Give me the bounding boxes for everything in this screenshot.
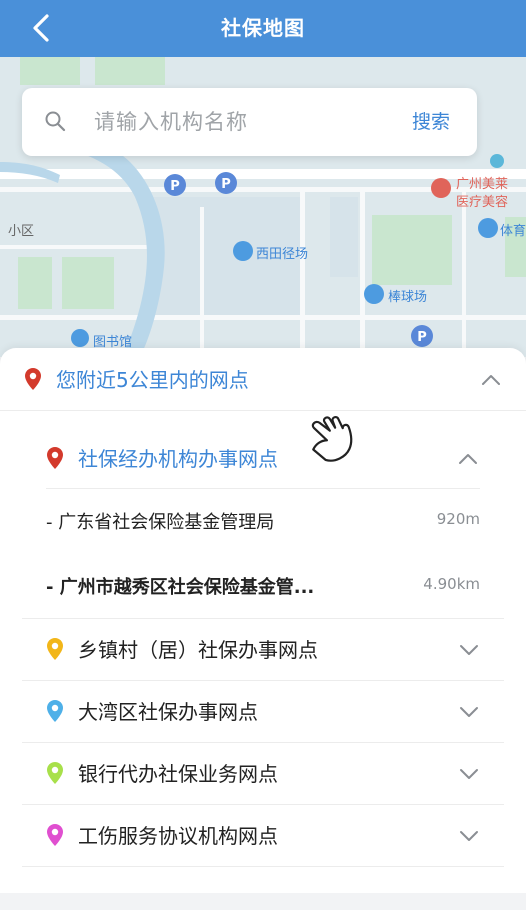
group-header-bank[interactable]: 银行代办社保业务网点 xyxy=(0,743,526,804)
outlet-distance: 920m xyxy=(436,510,480,528)
location-pin-icon xyxy=(47,762,63,784)
chevron-up-icon[interactable] xyxy=(457,452,479,466)
group-header-work-injury[interactable]: 工伤服务协议机构网点 xyxy=(0,805,526,866)
parking-icon: P xyxy=(411,325,433,347)
group-header-township[interactable]: 乡镇村（居）社保办事网点 xyxy=(0,619,526,680)
search-input[interactable]: 请输入机构名称 xyxy=(94,106,248,136)
outlet-name: - 广东省社会保险基金管理局 xyxy=(46,512,275,533)
nearby-title: 您附近5公里内的网点 xyxy=(56,368,249,392)
group-label: 工伤服务协议机构网点 xyxy=(78,824,278,848)
nearby-header[interactable]: 您附近5公里内的网点 xyxy=(0,348,526,410)
outlet-item[interactable]: - 广东省社会保险基金管理局 920m xyxy=(0,493,526,553)
group-label: 银行代办社保业务网点 xyxy=(78,762,278,786)
location-pin-icon xyxy=(47,824,63,846)
chevron-down-icon[interactable] xyxy=(458,767,480,781)
group-label: 大湾区社保办事网点 xyxy=(78,700,258,724)
divider xyxy=(46,488,480,489)
chevron-down-icon[interactable] xyxy=(458,705,480,719)
header-bar: 社保地图 xyxy=(0,0,526,57)
map-label-tiyu: 体育 xyxy=(500,224,526,239)
search-button[interactable]: 搜索 xyxy=(385,88,477,156)
svg-text:P: P xyxy=(417,330,427,345)
svg-text:P: P xyxy=(221,177,231,192)
map-label-bangqiu: 棒球场 xyxy=(388,290,428,305)
map-label-meilai-1: 广州美莱 xyxy=(456,177,509,192)
bottom-strip xyxy=(0,893,526,910)
parking-icon: P xyxy=(164,174,186,196)
divider xyxy=(22,866,504,867)
outlet-item[interactable]: - 广州市越秀区社会保险基金管... 4.90km xyxy=(0,558,526,618)
group-header-greater-bay[interactable]: 大湾区社保办事网点 xyxy=(0,681,526,742)
map-label-district: 小区 xyxy=(8,224,35,239)
group-label: 乡镇村（居）社保办事网点 xyxy=(78,638,318,662)
group-label: 社保经办机构办事网点 xyxy=(78,447,278,471)
map-label-xitian: 西田径场 xyxy=(256,247,309,262)
map-label-meilai-2: 医疗美容 xyxy=(456,195,509,210)
page-title: 社保地图 xyxy=(221,16,305,40)
svg-text:P: P xyxy=(170,179,180,194)
group-header-social-agency[interactable]: 社保经办机构办事网点 xyxy=(0,415,526,488)
outlet-distance: 4.90km xyxy=(423,575,480,593)
chevron-up-icon[interactable] xyxy=(480,373,502,387)
parking-icon: P xyxy=(215,172,237,194)
location-pin-icon xyxy=(47,700,63,722)
search-icon xyxy=(45,111,66,132)
chevron-down-icon[interactable] xyxy=(458,643,480,657)
search-bar: 请输入机构名称 搜索 xyxy=(22,88,477,156)
outlets-panel: 您附近5公里内的网点 社保经办机构办事网点 - 广东省社会保险基金管理局 920… xyxy=(0,348,526,893)
divider xyxy=(0,410,526,411)
chevron-down-icon[interactable] xyxy=(458,829,480,843)
location-pin-icon xyxy=(25,368,41,390)
location-pin-icon xyxy=(47,447,63,469)
outlet-name: - 广州市越秀区社会保险基金管... xyxy=(46,577,315,598)
hand-pointer-icon xyxy=(311,415,353,462)
location-pin-icon xyxy=(47,638,63,660)
